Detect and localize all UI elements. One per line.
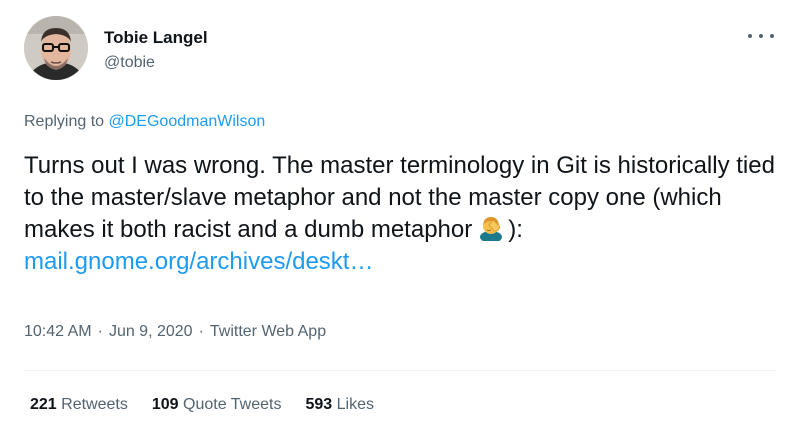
author-handle[interactable]: @tobie bbox=[104, 53, 208, 73]
profile-photo-icon bbox=[24, 16, 88, 80]
likes-stat[interactable]: 593 Likes bbox=[305, 395, 374, 415]
more-options-button[interactable] bbox=[748, 26, 774, 46]
dot-icon bbox=[759, 34, 763, 38]
quote-tweets-count: 109 bbox=[151, 396, 179, 413]
retweets-label: Retweets bbox=[61, 396, 128, 413]
likes-label: Likes bbox=[336, 396, 374, 413]
replying-to: Replying to @DEGoodmanWilson bbox=[24, 112, 265, 132]
replying-prefix: Replying to bbox=[24, 113, 109, 130]
meta-separator: · bbox=[198, 323, 204, 340]
tweet-source[interactable]: Twitter Web App bbox=[210, 323, 326, 340]
retweets-stat[interactable]: 221 Retweets bbox=[30, 395, 128, 415]
likes-count: 593 bbox=[305, 396, 333, 413]
facepalm-emoji-icon bbox=[478, 215, 504, 241]
dot-icon bbox=[770, 34, 774, 38]
tweet-card: Tobie Langel @tobie Replying to @DEGoodm… bbox=[0, 0, 800, 440]
author-display-name[interactable]: Tobie Langel bbox=[104, 28, 208, 48]
reply-mention-link[interactable]: @DEGoodmanWilson bbox=[109, 113, 266, 130]
divider bbox=[24, 370, 776, 371]
engagement-stats: 221 Retweets 109 Quote Tweets 593 Likes bbox=[30, 395, 374, 415]
meta-separator: · bbox=[97, 323, 103, 340]
tweet-text-tail: ): bbox=[508, 216, 523, 243]
dot-icon bbox=[748, 34, 752, 38]
quote-tweets-label: Quote Tweets bbox=[183, 396, 282, 413]
tweet-link[interactable]: mail.gnome.org/archives/deskt… bbox=[24, 248, 373, 275]
tweet-body: Turns out I was wrong. The master termin… bbox=[24, 150, 776, 278]
quote-tweets-stat[interactable]: 109 Quote Tweets bbox=[152, 395, 282, 415]
tweet-text: Turns out I was wrong. The master termin… bbox=[24, 152, 775, 243]
tweet-date[interactable]: Jun 9, 2020 bbox=[109, 323, 193, 340]
retweets-count: 221 bbox=[30, 396, 57, 413]
tweet-time[interactable]: 10:42 AM bbox=[24, 323, 92, 340]
avatar[interactable] bbox=[24, 16, 88, 80]
author-block: Tobie Langel @tobie bbox=[104, 28, 208, 73]
tweet-meta: 10:42 AM · Jun 9, 2020 · Twitter Web App bbox=[24, 322, 326, 342]
